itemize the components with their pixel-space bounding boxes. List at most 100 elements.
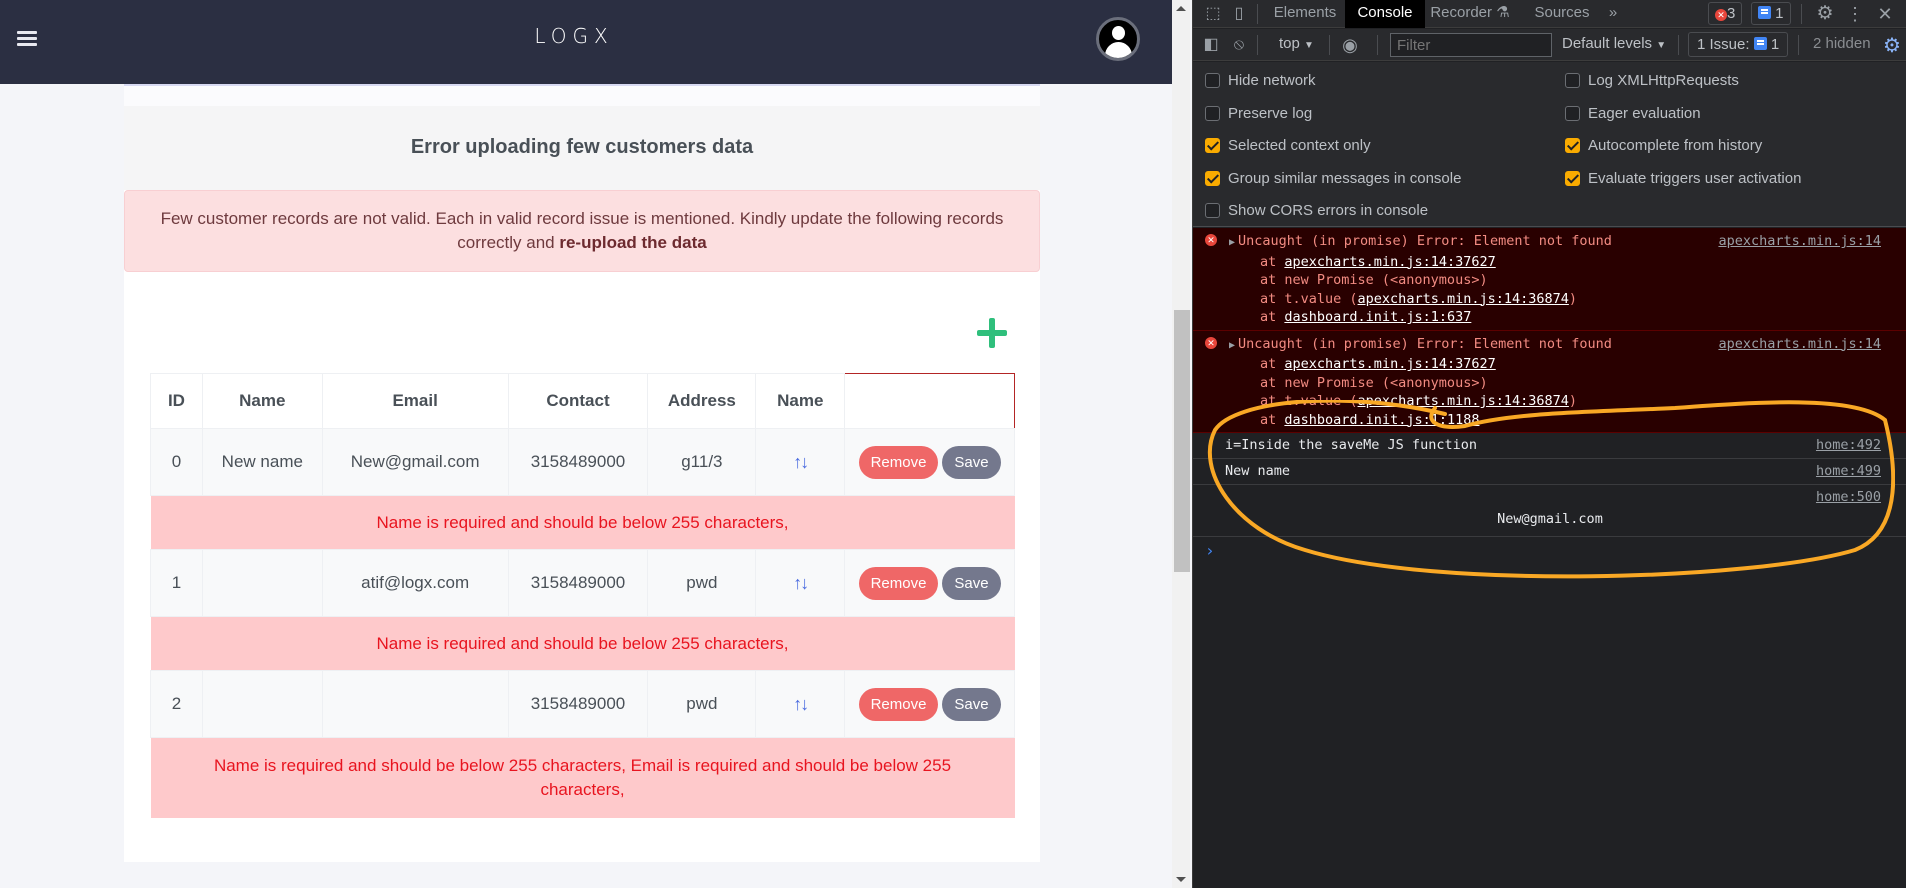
row-error-message: Name is required and should be below 255… xyxy=(150,616,1015,671)
header-email[interactable]: Email xyxy=(321,373,509,429)
flask-icon: ⚗ xyxy=(1496,4,1510,21)
preserve-log-checkbox[interactable]: Preserve log xyxy=(1205,104,1312,124)
header-address[interactable]: Address xyxy=(647,373,757,429)
scrollbar-thumb[interactable] xyxy=(1174,310,1190,572)
settings-gear-icon[interactable]: ⚙ xyxy=(1815,4,1835,24)
cell-name: New name xyxy=(201,428,323,496)
console-prompt[interactable]: › xyxy=(1193,537,1906,560)
sidebar-toggle-icon[interactable]: ◧ xyxy=(1201,35,1221,55)
log-source-link[interactable]: home:499 xyxy=(1816,463,1881,480)
log-message: i=Inside the saveMe JS function xyxy=(1225,437,1477,453)
separator xyxy=(1257,4,1258,24)
selected-context-only-checkbox[interactable]: Selected context only xyxy=(1205,136,1371,156)
scroll-up-arrow-icon[interactable] xyxy=(1176,6,1186,11)
page-bottom-strip xyxy=(124,862,1040,888)
stack-link[interactable]: apexcharts.min.js:14:37627 xyxy=(1284,254,1495,270)
scroll-down-arrow-icon[interactable] xyxy=(1176,877,1186,882)
autocomplete-history-checkbox[interactable]: Autocomplete from history xyxy=(1565,136,1762,156)
stack-frame: at t.value (apexcharts.min.js:14:36874) xyxy=(1229,392,1906,411)
stack-link[interactable]: apexcharts.min.js:14:36874 xyxy=(1358,393,1569,409)
console-output: ✕ ▶ Uncaught (in promise) Error: Element … xyxy=(1193,228,1906,888)
close-icon[interactable]: ✕ xyxy=(1875,4,1895,24)
inspect-element-icon[interactable]: ⬚ xyxy=(1203,4,1223,24)
checkbox-box-checked xyxy=(1205,138,1220,153)
at-label: at xyxy=(1260,309,1277,325)
checkbox-label: Eager evaluation xyxy=(1588,105,1701,122)
console-log-entry: New name home:499 xyxy=(1193,459,1906,485)
tab-elements[interactable]: Elements xyxy=(1265,0,1345,28)
devtools-panel: ⬚ ▯ Elements Console Recorder ⚗ Sources … xyxy=(1192,0,1906,888)
log-source-link[interactable]: home:492 xyxy=(1816,437,1881,454)
console-settings-gear-icon[interactable]: ⚙ xyxy=(1883,33,1901,58)
cell-address: g11/3 xyxy=(647,428,757,496)
tab-console[interactable]: Console xyxy=(1345,0,1425,28)
sort-arrows-icon[interactable]: ↑↓ xyxy=(793,694,809,714)
tab-sources[interactable]: Sources xyxy=(1523,0,1601,28)
console-filter-input[interactable] xyxy=(1390,33,1552,57)
error-message: Uncaught (in promise) Error: Element not… xyxy=(1238,233,1612,249)
checkbox-label: Selected context only xyxy=(1228,137,1371,154)
more-tabs-icon[interactable]: » xyxy=(1601,0,1625,28)
error-source-link[interactable]: apexcharts.min.js:14 xyxy=(1718,335,1881,354)
clear-console-icon[interactable]: ⦸ xyxy=(1229,35,1249,55)
save-button[interactable]: Save xyxy=(942,687,1001,721)
table-row: 2 3158489000 pwd ↑↓ Remove Save xyxy=(150,670,1015,738)
remove-button[interactable]: Remove xyxy=(858,566,939,600)
sort-arrows-icon[interactable]: ↑↓ xyxy=(793,452,809,472)
levels-label: Default levels xyxy=(1562,35,1653,52)
remove-button[interactable]: Remove xyxy=(858,687,939,721)
error-source-link[interactable]: apexcharts.min.js:14 xyxy=(1718,232,1881,251)
header-id[interactable]: ID xyxy=(150,373,203,429)
header-contact[interactable]: Contact xyxy=(507,373,649,429)
plus-icon[interactable] xyxy=(977,318,1007,348)
console-toolbar: ◧ ⦸ top ▼ ◉ Default levels ▼ 1 Issue: 1 … xyxy=(1193,29,1906,61)
log-source-link[interactable]: home:500 xyxy=(1816,489,1881,506)
card-header: Error uploading few customers data xyxy=(124,106,1040,190)
remove-button[interactable]: Remove xyxy=(858,445,939,479)
save-button[interactable]: Save xyxy=(942,445,1001,479)
error-count-badge[interactable]: ✕ 3 xyxy=(1708,2,1743,25)
expand-triangle-icon[interactable]: ▶ xyxy=(1229,237,1235,248)
log-levels-dropdown[interactable]: Default levels ▼ xyxy=(1562,35,1666,52)
group-similar-checkbox[interactable]: Group similar messages in console xyxy=(1205,169,1461,189)
stack-link[interactable]: dashboard.init.js:1:1188 xyxy=(1284,412,1479,428)
more-options-icon[interactable]: ⋮ xyxy=(1845,4,1865,24)
expand-triangle-icon[interactable]: ▶ xyxy=(1229,340,1235,351)
stack-link[interactable]: apexcharts.min.js:14:36874 xyxy=(1358,291,1569,307)
issues-button[interactable]: 1 Issue: 1 xyxy=(1688,32,1789,57)
header-name[interactable]: Name xyxy=(201,373,323,429)
row-error-message: Name is required and should be below 255… xyxy=(150,495,1015,550)
stack-frame: at apexcharts.min.js:14:37627 xyxy=(1229,253,1906,272)
evaluate-triggers-checkbox[interactable]: Evaluate triggers user activation xyxy=(1565,169,1801,189)
live-expression-eye-icon[interactable]: ◉ xyxy=(1340,35,1360,55)
context-selector[interactable]: top ▼ xyxy=(1279,35,1314,52)
page-scrollbar[interactable] xyxy=(1172,0,1190,888)
top-navbar: LOGX xyxy=(0,0,1172,84)
eager-evaluation-checkbox[interactable]: Eager evaluation xyxy=(1565,104,1701,124)
message-count-badge[interactable]: 1 xyxy=(1751,2,1791,25)
show-cors-errors-checkbox[interactable]: Show CORS errors in console xyxy=(1205,201,1428,221)
stack-link[interactable]: dashboard.init.js:1:637 xyxy=(1284,309,1471,325)
cell-email: atif@logx.com xyxy=(321,549,509,617)
device-toolbar-icon[interactable]: ▯ xyxy=(1229,4,1249,24)
checkbox-box-checked xyxy=(1205,171,1220,186)
log-xmlhttprequests-checkbox[interactable]: Log XMLHttpRequests xyxy=(1565,71,1739,91)
header-actions xyxy=(844,373,1015,429)
invalid-records-alert: Few customer records are not valid. Each… xyxy=(124,190,1040,272)
checkbox-label: Show CORS errors in console xyxy=(1228,202,1429,219)
message-count: 1 xyxy=(1775,5,1784,22)
sort-arrows-icon[interactable]: ↑↓ xyxy=(793,573,809,593)
stack-link[interactable]: apexcharts.min.js:14:37627 xyxy=(1284,356,1495,372)
header-name-sort[interactable]: Name xyxy=(755,373,846,429)
stack-frame: at apexcharts.min.js:14:37627 xyxy=(1229,355,1906,374)
save-button[interactable]: Save xyxy=(942,566,1001,600)
checkbox-box xyxy=(1205,73,1220,88)
separator xyxy=(1801,4,1802,24)
stack-frame: at new Promise (<anonymous>) xyxy=(1260,374,1488,391)
user-avatar-icon[interactable] xyxy=(1096,17,1140,61)
tab-recorder[interactable]: Recorder ⚗ xyxy=(1425,0,1515,28)
alert-bold-text: re-upload the data xyxy=(559,233,707,252)
console-error-entry: ✕ ▶ Uncaught (in promise) Error: Element … xyxy=(1193,330,1906,433)
error-icon: ✕ xyxy=(1715,9,1727,21)
hide-network-checkbox[interactable]: Hide network xyxy=(1205,71,1316,91)
